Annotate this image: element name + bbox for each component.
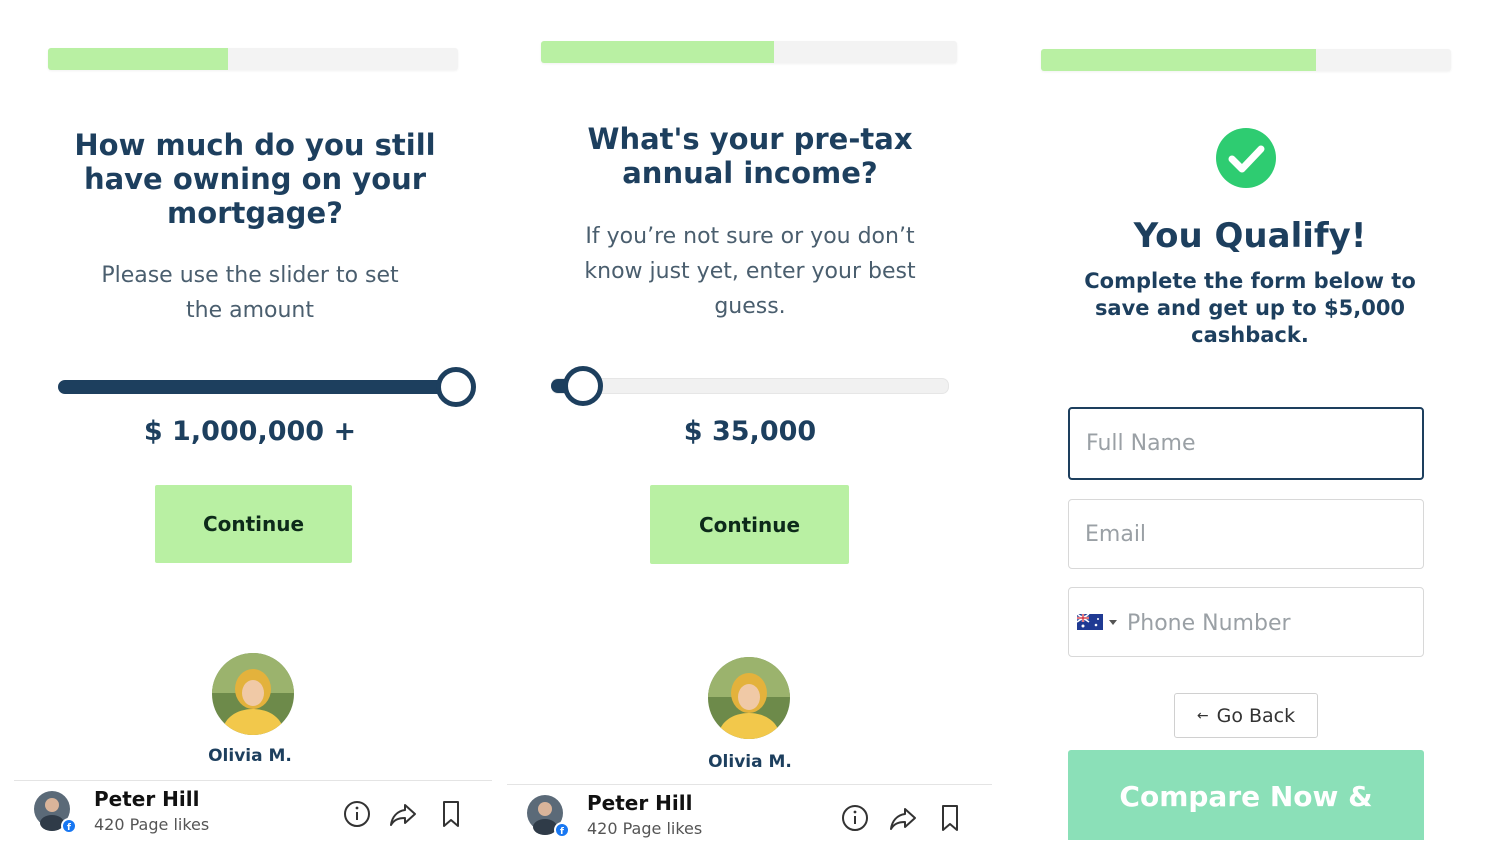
australia-flag-icon [1077,614,1103,630]
amount-value: $ 35,000 [683,416,817,447]
check-circle-icon [1216,128,1276,188]
page-likes: 420 Page likes [587,819,703,838]
info-icon[interactable] [342,799,372,829]
reviewer-name: Olivia M. [708,752,792,772]
go-back-button[interactable]: ← Go Back [1174,693,1318,738]
progress-bar [541,41,957,63]
bookmark-icon[interactable] [436,799,466,829]
qualify-subtitle: Complete the form below to save and get … [1084,269,1416,347]
compare-label: Compare Now & [1119,780,1373,813]
email-field[interactable] [1068,499,1424,569]
phone-field [1068,587,1424,658]
question-title: How much do you still have owning on you… [74,128,436,230]
facebook-ad-bar: f Peter Hill 420 Page likes [507,784,992,845]
progress-bar-fill [1041,49,1316,71]
reviewer-name: Olivia M. [208,746,292,766]
question-subtitle: Please use the slider to set the amount [101,263,399,323]
reviewer-avatar [212,653,294,735]
country-selector[interactable] [1077,612,1119,632]
amount-value: $ 1,000,000 + [143,416,357,447]
page-name[interactable]: Peter Hill [94,787,199,811]
go-back-label: Go Back [1216,704,1296,727]
qualify-title: You Qualify! [1133,216,1367,256]
question-subtitle: If you’re not sure or you don’t know jus… [584,224,916,319]
bookmark-icon[interactable] [935,803,965,833]
progress-bar-fill [541,41,774,63]
progress-bar-fill [48,48,229,70]
page-likes: 420 Page likes [94,815,210,834]
continue-button[interactable]: Continue [155,485,352,563]
question-title: What's your pre-tax annual income? [587,122,913,190]
continue-button[interactable]: Continue [650,485,849,564]
phone-input[interactable] [1125,588,1419,658]
svg-text:f: f [560,827,564,837]
slider-thumb[interactable] [436,367,476,407]
svg-text:f: f [67,823,71,833]
slider-track[interactable] [58,380,458,394]
info-icon[interactable] [840,803,870,833]
reviewer-photo-icon [708,657,790,739]
progress-bar [1041,49,1451,71]
arrow-left-icon: ← [1196,707,1209,724]
page-avatar-icon: f [34,791,77,834]
qualify-form-panel: You Qualify! Complete the form below to … [1000,0,1500,840]
page-avatar[interactable]: f [527,795,570,838]
share-icon[interactable] [888,803,918,833]
reviewer-photo-icon [212,653,294,735]
progress-bar [48,48,458,70]
slider-thumb[interactable] [562,366,603,406]
chevron-down-icon [1109,620,1117,625]
reviewer-avatar [708,657,790,739]
slider-track[interactable] [551,378,949,394]
income-question-panel: What's your pre-tax annual income? If yo… [500,0,1000,845]
share-icon[interactable] [388,799,418,829]
compare-now-button[interactable]: Compare Now & [1068,750,1424,840]
full-name-field[interactable] [1068,407,1424,480]
page-avatar[interactable]: f [34,791,77,834]
facebook-ad-bar: f Peter Hill 420 Page likes [14,780,492,841]
page-avatar-icon: f [527,795,570,838]
page-name[interactable]: Peter Hill [587,791,692,815]
mortgage-question-panel: How much do you still have owning on you… [0,0,500,841]
